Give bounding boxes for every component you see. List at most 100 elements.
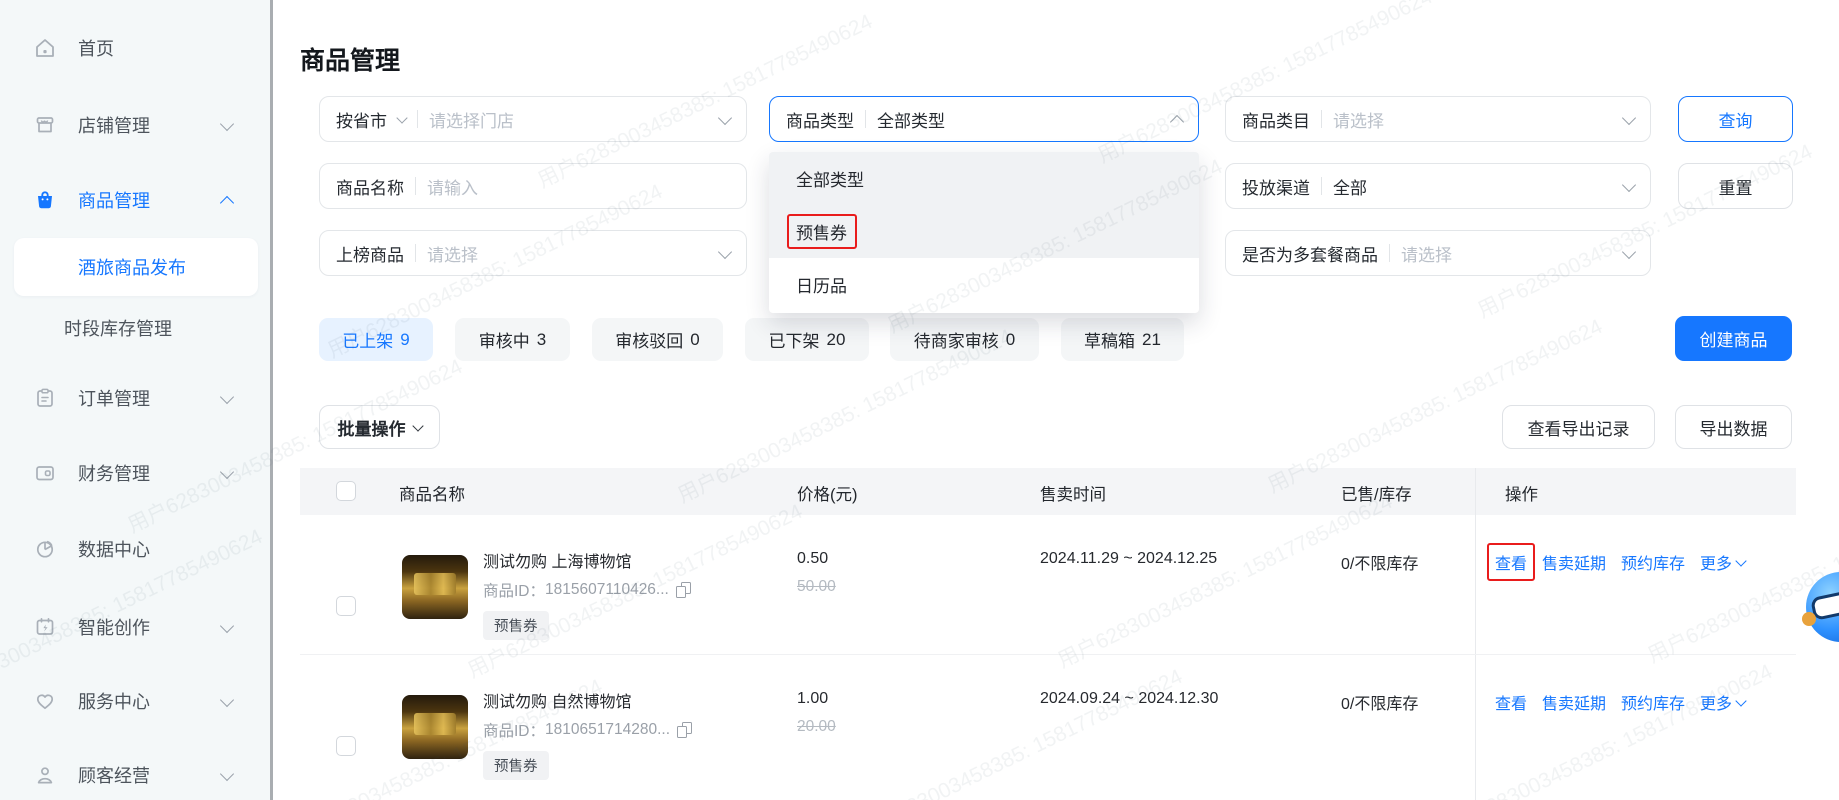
- tab-label: 待商家审核: [913, 332, 999, 351]
- sidebar-item-label: 商品管理: [78, 191, 150, 211]
- tab-drafts[interactable]: 草稿箱 21: [1061, 318, 1184, 361]
- sidebar-item-home[interactable]: 首页: [0, 26, 270, 70]
- sidebar-scroll-divider: [270, 0, 273, 800]
- sidebar-item-smart-creation[interactable]: 智能创作: [0, 605, 270, 649]
- product-name-input[interactable]: 商品名称 请输入: [319, 163, 747, 209]
- row-actions: 查看 售卖延期 预约库存 更多: [1495, 690, 1747, 714]
- copy-icon[interactable]: [675, 582, 691, 598]
- create-product-button[interactable]: 创建商品: [1675, 316, 1792, 361]
- more-link[interactable]: 更多: [1700, 550, 1747, 574]
- product-sale-time: 2024.09.24 ~ 2024.12.30: [1040, 690, 1219, 707]
- product-original-price: 50.00: [797, 578, 836, 595]
- sidebar-item-label: 数据中心: [78, 540, 150, 560]
- product-name-placeholder: 请输入: [427, 178, 478, 198]
- export-data-button[interactable]: 导出数据: [1675, 405, 1792, 449]
- sidebar-item-label: 顾客经营: [78, 766, 150, 786]
- dropdown-option-calendar-item[interactable]: 日历品: [769, 258, 1199, 311]
- assistant-mascot[interactable]: [1802, 572, 1839, 642]
- view-link[interactable]: 查看: [1487, 543, 1536, 581]
- sidebar-subitem-hotel-travel-publish[interactable]: 酒旅商品发布: [14, 238, 258, 296]
- row-checkbox[interactable]: [336, 596, 356, 616]
- chevron-down-icon: [219, 766, 235, 781]
- product-id: 商品ID： 1815607110426...: [483, 579, 691, 601]
- export-log-button[interactable]: 查看导出记录: [1502, 405, 1655, 449]
- tab-in-review[interactable]: 审核中 3: [455, 318, 570, 361]
- field-separator: [865, 110, 866, 128]
- tab-review-rejected[interactable]: 审核驳回 0: [592, 318, 723, 361]
- table-row: 测试勿购 上海博物馆 商品ID： 1815607110426... 预售券 0.…: [300, 515, 1796, 655]
- extend-sale-link[interactable]: 售卖延期: [1542, 550, 1606, 574]
- ranked-label: 上榜商品: [336, 245, 404, 265]
- reserve-stock-link[interactable]: 预约库存: [1621, 550, 1685, 574]
- sidebar-subitem-timeslot-inventory[interactable]: 时段库存管理: [0, 306, 270, 350]
- sidebar-item-service-center[interactable]: 服务中心: [0, 679, 270, 723]
- field-separator: [415, 177, 416, 195]
- view-link[interactable]: 查看: [1495, 690, 1527, 714]
- product-type-dropdown: 全部类型 预售券 日历品: [769, 152, 1199, 313]
- chevron-down-icon: [411, 419, 424, 432]
- sidebar-item-products[interactable]: 商品管理: [0, 178, 270, 222]
- category-placeholder: 请选择: [1333, 111, 1384, 131]
- sidebar-item-finance[interactable]: 财务管理: [0, 451, 270, 495]
- product-id-label: 商品ID：: [483, 723, 546, 740]
- sidebar-item-shop[interactable]: 店铺管理: [0, 103, 270, 147]
- category-select[interactable]: 商品类目 请选择: [1225, 96, 1651, 142]
- create-icon: [33, 615, 57, 639]
- store-select[interactable]: 按省市 请选择门店: [319, 96, 747, 142]
- export-data-label: 导出数据: [1699, 419, 1768, 439]
- reset-button[interactable]: 重置: [1678, 163, 1793, 209]
- field-separator: [415, 244, 416, 262]
- column-header-sale-time: 售卖时间: [1040, 486, 1106, 504]
- batch-actions-label: 批量操作: [337, 419, 406, 439]
- home-icon: [33, 36, 57, 60]
- sidebar-item-orders[interactable]: 订单管理: [0, 376, 270, 420]
- ranked-placeholder: 请选择: [427, 245, 478, 265]
- product-icon: [33, 188, 57, 212]
- sidebar-item-customer-ops[interactable]: 顾客经营: [0, 753, 270, 797]
- tab-label: 已上架: [342, 332, 394, 351]
- select-all-checkbox[interactable]: [336, 481, 356, 501]
- export-log-label: 查看导出记录: [1527, 419, 1630, 439]
- reserve-stock-link[interactable]: 预约库存: [1621, 690, 1685, 714]
- create-product-label: 创建商品: [1699, 331, 1768, 350]
- product-type-tag: 预售券: [483, 611, 549, 640]
- dropdown-option-all-types[interactable]: 全部类型: [769, 152, 1199, 205]
- product-type-tag: 预售券: [483, 751, 549, 780]
- field-separator: [1389, 244, 1390, 262]
- order-icon: [33, 386, 57, 410]
- product-type-select[interactable]: 商品类型 全部类型: [769, 96, 1199, 142]
- tab-on-shelf[interactable]: 已上架 9: [319, 318, 433, 361]
- product-id-label: 商品ID：: [483, 583, 546, 600]
- product-sold-stock: 0/不限库存: [1341, 556, 1419, 573]
- product-original-price: 20.00: [797, 718, 836, 735]
- product-sold-stock: 0/不限库存: [1341, 696, 1419, 713]
- product-type-label: 商品类型: [786, 111, 854, 131]
- field-separator: [417, 110, 418, 128]
- dropdown-option-presale-voucher[interactable]: 预售券: [769, 205, 1199, 258]
- tab-label: 草稿箱: [1084, 332, 1136, 351]
- search-button[interactable]: 查询: [1678, 96, 1793, 142]
- row-checkbox[interactable]: [336, 736, 356, 756]
- tab-label: 已下架: [768, 332, 820, 351]
- ranked-product-select[interactable]: 上榜商品 请选择: [319, 230, 747, 276]
- product-thumbnail: [402, 695, 468, 759]
- copy-icon[interactable]: [677, 722, 692, 738]
- batch-actions-button[interactable]: 批量操作: [319, 405, 440, 449]
- product-sale-time: 2024.11.29 ~ 2024.12.25: [1040, 550, 1218, 567]
- extend-sale-link[interactable]: 售卖延期: [1542, 690, 1606, 714]
- sidebar-item-data-center[interactable]: 数据中心: [0, 527, 270, 571]
- product-name: 测试勿购 自然博物馆: [483, 694, 632, 711]
- sidebar: 首页 店铺管理 商品管理 酒旅商品发布 时段库存管理 订单管理 财务管理 数据中…: [0, 0, 270, 800]
- more-link-label: 更多: [1700, 556, 1733, 573]
- category-label: 商品类目: [1242, 111, 1310, 131]
- more-link[interactable]: 更多: [1700, 690, 1747, 714]
- product-id: 商品ID： 1810651714280...: [483, 719, 692, 741]
- sidebar-item-label: 服务中心: [78, 692, 150, 712]
- chevron-up-icon: [219, 195, 235, 210]
- multi-package-select[interactable]: 是否为多套餐商品 请选择: [1225, 230, 1651, 276]
- tab-merchant-review[interactable]: 待商家审核 0: [890, 318, 1039, 361]
- tab-off-shelf[interactable]: 已下架 20: [745, 318, 869, 361]
- channel-select[interactable]: 投放渠道 全部: [1225, 163, 1651, 209]
- tab-count: 20: [826, 329, 846, 349]
- merchant-console: 首页 店铺管理 商品管理 酒旅商品发布 时段库存管理 订单管理 财务管理 数据中…: [0, 0, 1839, 800]
